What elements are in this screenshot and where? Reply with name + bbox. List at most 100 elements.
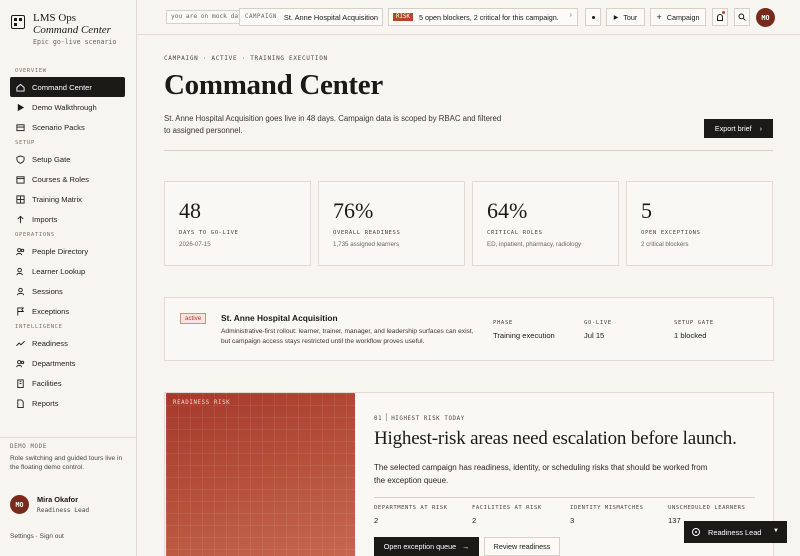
sidebar-item-label: Training Matrix (32, 194, 82, 204)
chevron-down-icon: ⌄ (371, 14, 377, 21)
setup-gate-value: 1 blocked (674, 331, 707, 340)
add-campaign-button[interactable]: + Campaign (650, 8, 706, 26)
sidebar-item-departments[interactable]: Departments (10, 353, 125, 373)
demo-role-switcher[interactable]: Readiness Lead ▼ (684, 521, 787, 543)
open-exception-queue-button[interactable]: Open exception queue → (374, 537, 479, 556)
sidebar-item-learner-lookup[interactable]: Learner Lookup (10, 261, 125, 281)
chevron-right-icon: › (569, 12, 572, 19)
risk-stat-identity: IDENTITY MISMATCHES 3 (570, 505, 644, 525)
risk-title: Highest-risk areas need escalation befor… (374, 428, 737, 449)
campaign-golive: GO-LIVE Jul 15 (584, 320, 612, 340)
user-icon (16, 287, 25, 296)
stat-sub: 2026-07-15 (179, 241, 211, 248)
sidebar-item-demo-walkthrough[interactable]: Demo Walkthrough (10, 97, 125, 117)
avatar[interactable]: MO (756, 8, 775, 27)
sidebar-item-command-center[interactable]: Command Center (10, 77, 125, 97)
stat-label: DAYS TO GO-LIVE (179, 230, 239, 236)
sidebar-item-label: Sessions (32, 286, 63, 296)
risk-eyebrow: 01 HIGHEST RISK TODAY (374, 413, 465, 422)
sidebar-item-training-matrix[interactable]: Training Matrix (10, 189, 125, 209)
brand[interactable]: LMS Ops Command Center Epic go-live scen… (0, 0, 136, 46)
tour-label: Tour (623, 12, 638, 22)
risk-stat-value: 2 (472, 516, 477, 525)
sidebar-item-label: Learner Lookup (32, 266, 86, 276)
user-profile[interactable]: MO Mira Okafor Readiness Lead (10, 495, 89, 514)
stat-value: 76% (333, 198, 374, 223)
demo-mode-panel: DEMO MODE Role switching and guided tour… (0, 437, 136, 472)
chevron-right-icon: › (759, 124, 763, 133)
campaign-card: active St. Anne Hospital Acquisition Adm… (164, 297, 774, 361)
sidebar-item-label: Readiness (32, 338, 68, 348)
add-campaign-label: Campaign (666, 12, 700, 22)
sidebar-item-reports[interactable]: Reports (10, 393, 125, 413)
stat-sub: 2 critical blockers (641, 241, 689, 248)
review-readiness-button[interactable]: Review readiness (484, 537, 560, 556)
users-icon (16, 359, 25, 368)
nav-section-operations: OPERATIONS (15, 232, 55, 238)
sidebar-item-people-directory[interactable]: People Directory (10, 241, 125, 261)
tour-button[interactable]: ▶ Tour (606, 8, 645, 26)
campaign-select-key: CAMPAIGN (245, 14, 277, 20)
avatar: MO (10, 495, 29, 514)
sidebar-item-sessions[interactable]: Sessions (10, 281, 125, 301)
readiness-risk-image: READINESS RISK (166, 393, 355, 556)
stat-label: CRITICAL ROLES (487, 230, 543, 236)
risk-eyebrow-text: HIGHEST RISK TODAY (391, 416, 465, 422)
plus-icon: + (656, 12, 662, 22)
nav-section-intelligence: INTELLIGENCE (15, 324, 63, 330)
campaign-phase: PHASE Training execution (493, 320, 555, 340)
export-brief-button[interactable]: Export brief › (704, 119, 773, 138)
stat-sub: 1,735 assigned learners (333, 241, 400, 248)
sidebar-item-imports[interactable]: Imports (10, 209, 125, 229)
bell-icon (717, 13, 723, 21)
notifications-button[interactable] (712, 8, 728, 26)
demo-mode-label: DEMO MODE (10, 444, 47, 450)
sidebar-item-facilities[interactable]: Facilities (10, 373, 125, 393)
risk-tag: RISK (393, 13, 413, 21)
page-title: Command Center (164, 69, 383, 101)
stat-sub: ED, inpatient, pharmacy, radiology (487, 241, 582, 248)
risk-stat-value: 2 (374, 516, 379, 525)
search-input[interactable]: you are on mock data set (166, 10, 240, 24)
search-button[interactable] (734, 8, 750, 26)
target-icon (692, 528, 700, 536)
search-icon (738, 13, 746, 21)
sidebar-item-label: Exceptions (32, 306, 70, 316)
stat-card-overall-readiness: 76% OVERALL READINESS 1,735 assigned lea… (318, 181, 465, 266)
topbar: you are on mock data set CAMPAIGN St. An… (137, 0, 800, 35)
divider (164, 150, 773, 151)
file-icon (16, 398, 25, 408)
sidebar-item-label: Departments (32, 358, 76, 368)
arrow-right-icon: → (462, 542, 470, 551)
demo-mode-text: Role switching and guided tours live in … (10, 455, 123, 471)
sidebar-item-exceptions[interactable]: Exceptions (10, 301, 125, 321)
golive-label: GO-LIVE (584, 320, 612, 326)
notification-dot (722, 11, 725, 14)
sidebar-item-label: Command Center (32, 82, 92, 92)
divider (374, 497, 755, 498)
building-icon (16, 378, 25, 388)
sidebar: LMS Ops Command Center Epic go-live scen… (0, 0, 137, 556)
campaign-description: Administrative-first rollout: learner, t… (221, 328, 474, 345)
nav-section-overview: OVERVIEW (15, 68, 47, 74)
nav-section-setup: SETUP (15, 140, 35, 146)
sidebar-item-label: Reports (32, 398, 59, 408)
settings-signout-link[interactable]: Settings · Sign out (10, 533, 64, 540)
sidebar-item-readiness[interactable]: Readiness (10, 333, 125, 353)
shield-icon (16, 154, 25, 164)
status-dot-button[interactable] (585, 8, 601, 26)
calendar-icon (16, 175, 25, 184)
campaign-setup-gate: SETUP GATE 1 blocked (674, 320, 714, 340)
sidebar-item-setup-gate[interactable]: Setup Gate (10, 149, 125, 169)
sidebar-item-courses-roles[interactable]: Courses & Roles (10, 169, 125, 189)
sidebar-item-scenario-packs[interactable]: Scenario Packs (10, 117, 125, 137)
risk-banner[interactable]: RISK 5 open blockers, 2 critical for thi… (388, 8, 578, 26)
risk-stat-label: UNSCHEDULED LEARNERS (668, 505, 746, 511)
package-icon (16, 123, 25, 132)
sidebar-item-label: Imports (32, 214, 58, 224)
trend-icon (16, 339, 25, 348)
arrow-up-icon (16, 215, 25, 224)
page-description: St. Anne Hospital Acquisition goes live … (164, 114, 502, 135)
risk-card: READINESS RISK 01 HIGHEST RISK TODAY High… (164, 392, 774, 556)
campaign-select[interactable]: CAMPAIGN St. Anne Hospital Acquisition ⌄ (239, 8, 383, 26)
